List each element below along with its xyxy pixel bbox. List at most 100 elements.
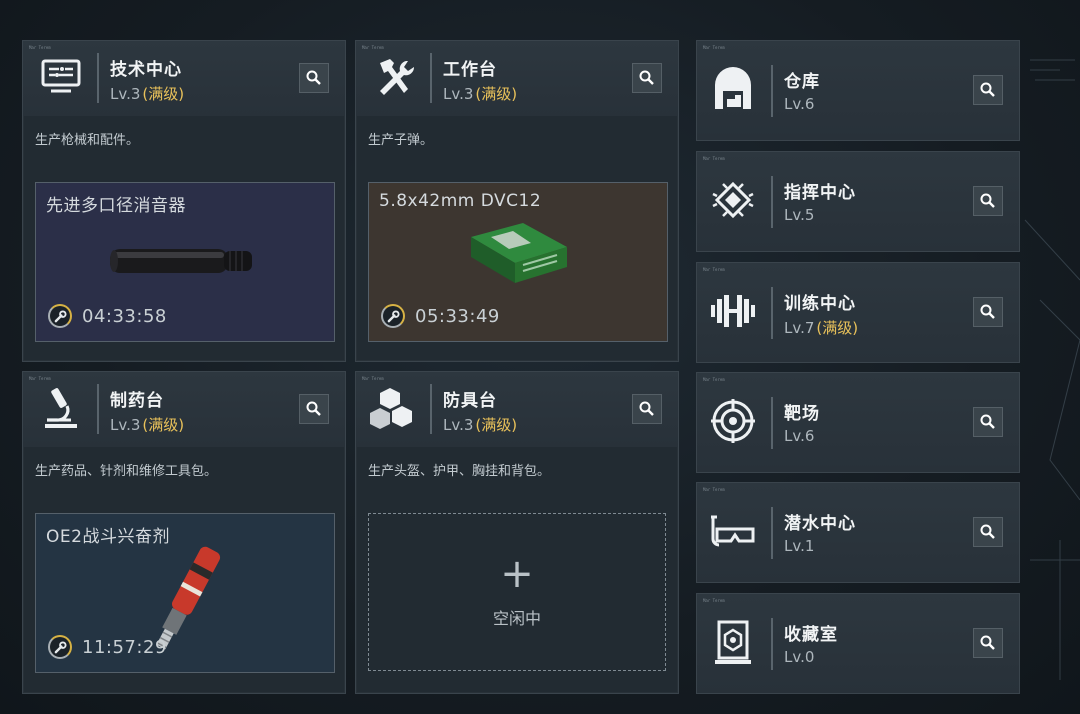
divider (771, 176, 773, 228)
workstation-level: Lv.3 (满级) (110, 414, 184, 435)
workstation-title: 制药台 (110, 391, 164, 411)
crafting-item-name: 先进多口径消音器 (46, 196, 186, 216)
divider (430, 53, 432, 103)
facility-level: Lv.6 (784, 95, 816, 113)
timer-text: 05:33:49 (415, 305, 500, 327)
ammo-box-image (471, 223, 567, 283)
search-button[interactable] (973, 517, 1003, 547)
workstation-description: 生产枪械和配件。 (35, 133, 140, 148)
workstation-card-armor-bench[interactable]: Mar Terem 防具台 Lv.3 (满级) 生产头盔、护甲、胸挂和背包。 + … (355, 371, 679, 694)
crafting-item-name: 5.8x42mm DVC12 (379, 191, 542, 211)
suppressor-image (110, 249, 252, 273)
search-button[interactable] (973, 407, 1003, 437)
facility-card-command-center[interactable]: Mar Terem 指挥中心 Lv.5 (696, 151, 1020, 252)
facility-title: 指挥中心 (784, 183, 856, 203)
wrench-icon (48, 304, 72, 328)
max-level-badge: (满级) (475, 85, 518, 103)
workstation-level: Lv.3 (满级) (443, 83, 517, 104)
card-tag: Mar Terem (362, 376, 384, 381)
workstation-level: Lv.3 (满级) (110, 83, 184, 104)
facility-title: 潜水中心 (784, 514, 856, 534)
target-icon (711, 399, 755, 443)
search-icon (639, 70, 654, 85)
microscope-icon (45, 388, 77, 428)
add-craft-icon: + (500, 551, 534, 597)
search-button[interactable] (299, 63, 329, 93)
tools-icon (380, 59, 415, 95)
divider (771, 65, 773, 117)
card-header: Mar Terem 靶场 Lv.6 (697, 373, 1019, 472)
divider (771, 618, 773, 670)
display-case-icon (715, 620, 751, 664)
divider (771, 507, 773, 559)
search-icon (980, 193, 995, 208)
background-decoration (1024, 59, 1080, 680)
card-header: Mar Terem 技术中心 Lv.3 (满级) (23, 41, 345, 116)
crafting-slot[interactable]: OE2战斗兴奋剂 11:57:29 (35, 513, 335, 673)
search-button[interactable] (632, 394, 662, 424)
card-tag: Mar Terem (703, 598, 725, 603)
divider (771, 287, 773, 339)
idle-label: 空闲中 (492, 609, 541, 628)
crafting-slot[interactable]: 5.8x42mm DVC12 05:33:49 (368, 182, 668, 342)
card-header: Mar Terem 收藏室 Lv.0 (697, 594, 1019, 693)
workstation-description: 生产药品、针剂和维修工具包。 (35, 464, 218, 479)
facility-level: Lv.0 (784, 648, 816, 666)
facility-card-shooting-range[interactable]: Mar Terem 靶场 Lv.6 (696, 372, 1020, 473)
wrench-icon (381, 304, 405, 328)
warehouse-icon (715, 67, 751, 109)
card-tag: Mar Terem (29, 376, 51, 381)
computer-icon (41, 59, 81, 93)
search-icon (306, 70, 321, 85)
card-header: Mar Terem 防具台 Lv.3 (满级) (356, 372, 678, 447)
facility-card-collection-room[interactable]: Mar Terem 收藏室 Lv.0 (696, 593, 1020, 694)
level-text: Lv.1 (784, 537, 815, 555)
level-text: Lv.3 (443, 85, 474, 103)
workstation-description: 生产头盔、护甲、胸挂和背包。 (368, 464, 551, 479)
card-tag: Mar Terem (703, 156, 725, 161)
search-button[interactable] (973, 297, 1003, 327)
workstation-card-tech-center[interactable]: Mar Terem 技术中心 Lv.3 (满级) 生产枪械和配件。 先进多口径消音… (22, 40, 346, 362)
crafting-timer: 04:33:58 (48, 303, 167, 329)
search-button[interactable] (299, 394, 329, 424)
crafting-timer: 11:57:29 (48, 634, 167, 660)
card-tag: Mar Terem (362, 45, 384, 50)
facility-card-warehouse[interactable]: Mar Terem 仓库 Lv.6 (696, 40, 1020, 141)
facility-card-training-center[interactable]: Mar Terem 训练中心 Lv.7 (满级) (696, 262, 1020, 363)
workstation-level: Lv.3 (满级) (443, 414, 517, 435)
workstation-description: 生产子弹。 (368, 133, 434, 148)
timer-text: 04:33:58 (82, 305, 167, 327)
search-icon (639, 401, 654, 416)
wrench-icon (48, 635, 72, 659)
search-icon (306, 401, 321, 416)
search-button[interactable] (973, 75, 1003, 105)
card-tag: Mar Terem (29, 45, 51, 50)
crafting-timer: 05:33:49 (381, 303, 500, 329)
search-icon (980, 304, 995, 319)
search-icon (980, 524, 995, 539)
card-header: Mar Terem 训练中心 Lv.7 (满级) (697, 263, 1019, 362)
dumbbell-icon (711, 295, 755, 327)
level-text: Lv.3 (443, 416, 474, 434)
level-text: Lv.6 (784, 427, 815, 445)
diving-mask-icon (711, 515, 755, 547)
level-text: Lv.5 (784, 206, 815, 224)
card-header: Mar Terem 指挥中心 Lv.5 (697, 152, 1019, 251)
facility-card-diving-center[interactable]: Mar Terem 潜水中心 Lv.1 (696, 482, 1020, 583)
workstation-card-workbench[interactable]: Mar Terem 工作台 Lv.3 (满级) 生产子弹。 5.8x42mm DV… (355, 40, 679, 362)
workstation-card-pharmacy[interactable]: Mar Terem 制药台 Lv.3 (满级) 生产药品、针剂和维修工具包。 OE… (22, 371, 346, 694)
facility-level: Lv.6 (784, 427, 816, 445)
facility-title: 靶场 (784, 404, 820, 424)
max-level-badge: (满级) (142, 85, 185, 103)
search-button[interactable] (973, 628, 1003, 658)
workstation-title: 技术中心 (110, 60, 182, 80)
search-button[interactable] (973, 186, 1003, 216)
crafting-slot[interactable]: 先进多口径消音器 04:33:58 (35, 182, 335, 342)
facility-level: Lv.1 (784, 537, 816, 555)
timer-text: 11:57:29 (82, 636, 167, 658)
search-button[interactable] (632, 63, 662, 93)
facility-title: 仓库 (784, 72, 820, 92)
level-text: Lv.0 (784, 648, 815, 666)
idle-slot[interactable]: + 空闲中 (368, 513, 666, 671)
level-text: Lv.3 (110, 416, 141, 434)
